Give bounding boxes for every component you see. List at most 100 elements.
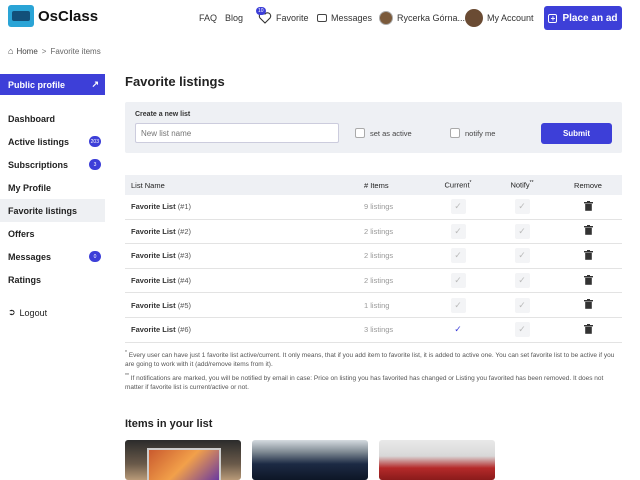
external-link-icon: ↗ xyxy=(91,79,99,89)
nav-my-account[interactable]: My Account xyxy=(465,0,534,36)
notify-check-icon[interactable]: ✓ xyxy=(514,199,530,215)
list-name: Favorite List xyxy=(131,325,176,335)
footnote-marker: * xyxy=(125,350,127,356)
set-active-checkbox[interactable] xyxy=(355,128,365,138)
col-remove: Remove xyxy=(574,180,602,190)
trash-icon[interactable] xyxy=(583,323,593,336)
notify-check-icon[interactable]: ✓ xyxy=(514,248,530,264)
current-check-icon[interactable]: ✓ xyxy=(450,297,466,313)
table-row: Favorite List (#3) 2 listings ✓ ✓ xyxy=(125,244,622,269)
nav-blog-label: Blog xyxy=(225,13,244,23)
listing-thumbnail[interactable] xyxy=(379,440,495,480)
list-number: (#4) xyxy=(177,276,192,286)
sidebar-item-active-listings[interactable]: Active listings 203 xyxy=(0,130,105,153)
avatar xyxy=(465,9,483,27)
list-name: Favorite List xyxy=(131,202,176,212)
logout-icon: ➲ xyxy=(8,307,16,317)
listing-thumbnail[interactable] xyxy=(252,440,368,480)
sidebar-item-ratings[interactable]: Ratings xyxy=(0,268,105,291)
current-check-icon[interactable]: ✓ xyxy=(451,322,466,337)
trash-icon[interactable] xyxy=(583,225,593,237)
nav-favorite-label: Favorite xyxy=(276,13,309,23)
list-number: (#3) xyxy=(177,251,192,261)
sidebar: Public profile ↗ Dashboard Active listin… xyxy=(0,74,105,318)
trash-icon[interactable] xyxy=(583,274,593,287)
list-name-cell[interactable]: Favorite List (#4) xyxy=(125,276,358,285)
current-check-icon[interactable]: ✓ xyxy=(450,273,466,289)
current-check-icon[interactable]: ✓ xyxy=(450,248,466,264)
nav-messages[interactable]: Messages xyxy=(317,0,372,36)
trash-icon[interactable] xyxy=(583,200,593,213)
list-name-cell[interactable]: Favorite List (#2) xyxy=(125,227,358,236)
logo[interactable]: OsClass xyxy=(8,5,98,27)
list-name-cell[interactable]: Favorite List (#5) xyxy=(125,301,358,310)
sidebar-item-messages[interactable]: Messages 0 xyxy=(0,245,105,268)
count-badge: 203 xyxy=(88,136,101,147)
trash-icon[interactable] xyxy=(583,299,593,311)
list-name-cell[interactable]: Favorite List (#1) xyxy=(125,202,358,211)
user-name-label: Rycerka Górna... xyxy=(397,13,466,23)
logout-link[interactable]: ➲ Logout xyxy=(0,307,105,318)
nav-favorite[interactable]: 10 Favorite xyxy=(256,0,309,36)
sidebar-item-dashboard[interactable]: Dashboard xyxy=(0,107,105,130)
table-row: Favorite List (#4) 2 listings ✓ ✓ xyxy=(125,269,622,294)
breadcrumb-separator: > xyxy=(41,46,47,56)
notify-check-icon[interactable]: ✓ xyxy=(514,322,530,338)
items-count: 1 listing xyxy=(364,300,390,310)
notify-check-icon[interactable]: ✓ xyxy=(514,273,530,289)
col-notify-label: Notify xyxy=(510,180,530,190)
set-active-option[interactable]: set as active xyxy=(355,128,412,138)
public-profile-button[interactable]: Public profile ↗ xyxy=(0,74,105,95)
breadcrumb-home[interactable]: Home xyxy=(16,47,37,56)
logo-text: OsClass xyxy=(38,7,99,25)
sidebar-item-label: Messages xyxy=(8,251,52,262)
sidebar-item-my-profile[interactable]: My Profile xyxy=(0,176,105,199)
notify-check-icon[interactable]: ✓ xyxy=(514,223,530,239)
place-ad-button[interactable]: + Place an ad xyxy=(544,6,622,30)
list-number: (#5) xyxy=(177,300,192,310)
list-name: Favorite List xyxy=(131,251,176,261)
notify-checkbox[interactable] xyxy=(450,128,460,138)
list-name-cell[interactable]: Favorite List (#6) xyxy=(125,325,358,334)
sidebar-item-label: Subscriptions xyxy=(8,159,69,170)
favorite-badge: 10 xyxy=(256,7,266,15)
new-list-name-input[interactable] xyxy=(135,123,339,143)
sidebar-item-offers[interactable]: Offers xyxy=(0,222,105,245)
footnote-marker: * xyxy=(469,180,472,187)
message-icon xyxy=(317,14,327,22)
list-name-cell[interactable]: Favorite List (#3) xyxy=(125,251,358,260)
logout-label: Logout xyxy=(19,307,48,318)
new-list-form: Create a new list set as active notify m… xyxy=(125,102,622,153)
notify-option[interactable]: notify me xyxy=(450,128,495,138)
listing-thumbnail[interactable] xyxy=(125,440,241,480)
footnote-notify: ** If notifications are marked, you will… xyxy=(125,372,622,392)
trash-icon[interactable] xyxy=(583,249,593,262)
nav-user-location[interactable]: Rycerka Górna... xyxy=(379,0,465,36)
nav-messages-label: Messages xyxy=(331,13,373,23)
nav-faq-label: FAQ xyxy=(199,13,218,23)
sidebar-item-favorite-listings[interactable]: Favorite listings xyxy=(0,199,105,222)
items-count: 9 listings xyxy=(364,202,394,212)
sidebar-item-label: Dashboard xyxy=(8,113,56,124)
col-current: Current* xyxy=(426,180,490,190)
header: OsClass FAQ Blog 10 Favorite Messages Ry… xyxy=(0,0,640,36)
footnote-notify-text: If notifications are marked, you will be… xyxy=(125,375,604,392)
table-row: Favorite List (#6) 3 listings ✓ ✓ xyxy=(125,318,622,343)
public-profile-label: Public profile xyxy=(8,79,66,90)
list-name: Favorite List xyxy=(131,300,176,310)
count-badge: 0 xyxy=(89,251,101,262)
current-check-icon[interactable]: ✓ xyxy=(450,199,466,215)
table-row: Favorite List (#5) 1 listing ✓ ✓ xyxy=(125,293,622,318)
table-body: Favorite List (#1) 9 listings ✓ ✓ Favorite L… xyxy=(125,195,622,343)
place-ad-label: Place an ad xyxy=(562,12,618,24)
nav-faq[interactable]: FAQ xyxy=(199,0,217,36)
breadcrumb-current: Favorite items xyxy=(50,46,101,56)
nav-blog[interactable]: Blog xyxy=(225,0,243,36)
table-header: List Name # Items Current* Notify** Remo… xyxy=(125,175,622,195)
sidebar-item-subscriptions[interactable]: Subscriptions 3 xyxy=(0,153,105,176)
submit-button[interactable]: Submit xyxy=(541,123,612,144)
notify-check-icon[interactable]: ✓ xyxy=(514,297,530,313)
current-check-icon[interactable]: ✓ xyxy=(450,223,466,239)
footnote-current: * Every user can have just 1 favorite li… xyxy=(125,349,622,369)
list-number: (#6) xyxy=(177,325,192,335)
